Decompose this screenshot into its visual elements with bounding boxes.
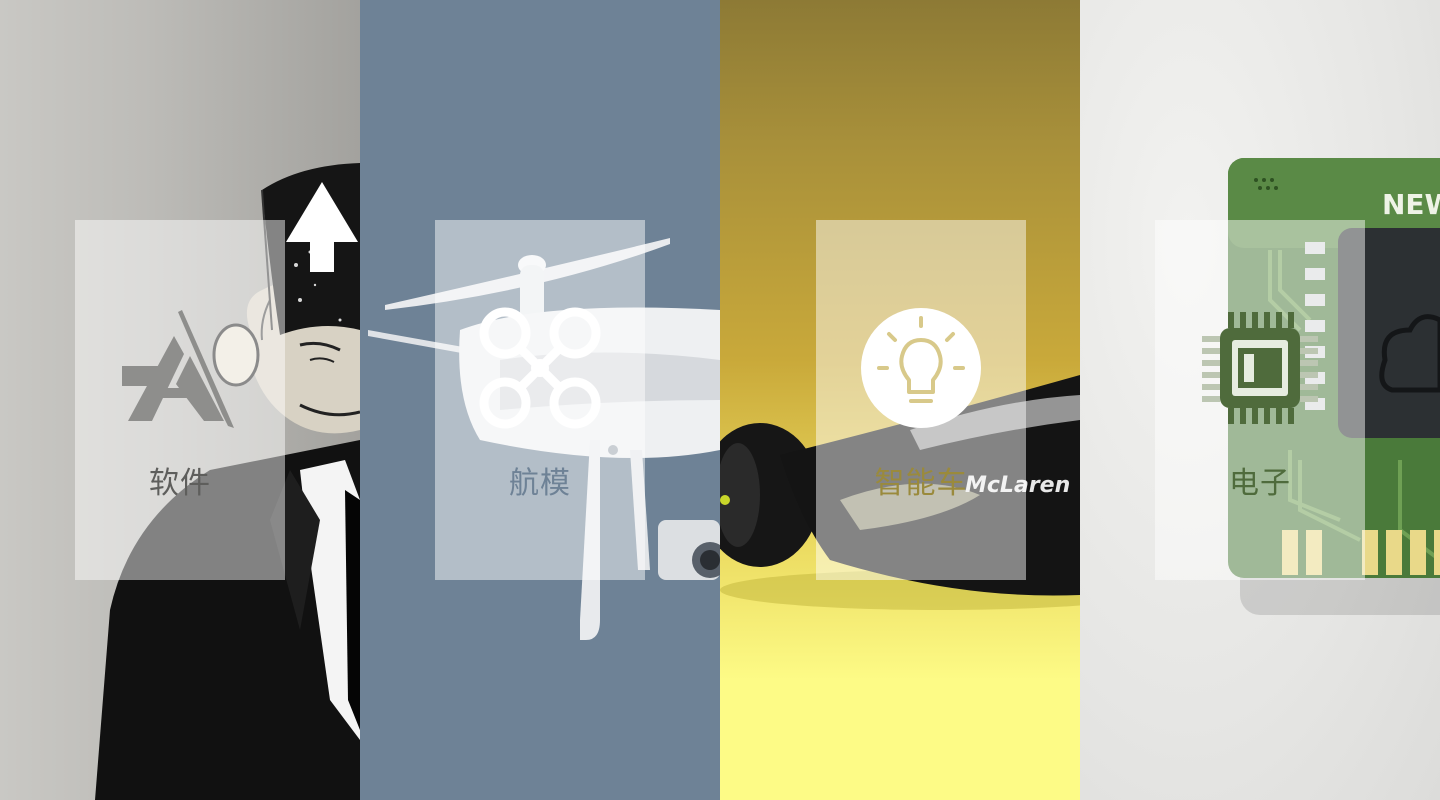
category-panel-software[interactable]: 软件 xyxy=(0,0,360,800)
category-panel-smart-car[interactable]: McLaren 智能车 xyxy=(720,0,1080,800)
category-label-electronics: 电子 xyxy=(1229,466,1291,501)
category-panel-drone[interactable]: 航模 xyxy=(360,0,720,800)
category-panel-electronics[interactable]: NEW xyxy=(1080,0,1440,800)
category-card-drone[interactable]: 航模 xyxy=(435,220,645,580)
category-card-electronics[interactable]: 电子 xyxy=(1155,220,1365,580)
category-label-smart-car: 智能车 xyxy=(874,466,968,501)
chip-new-text: NEW xyxy=(1382,188,1440,221)
chip-icon xyxy=(1198,306,1322,430)
drone-icon xyxy=(478,306,602,430)
lightbulb-icon xyxy=(859,306,983,430)
category-card-software[interactable]: 软件 xyxy=(75,220,285,580)
category-grid: 软件 航模 McLaren 智能车 NE 电子 xyxy=(0,0,1440,800)
category-label-drone: 航模 xyxy=(509,466,571,501)
app-store-icon xyxy=(118,306,242,430)
category-card-smart-car[interactable]: 智能车 xyxy=(816,220,1026,580)
category-label-software: 软件 xyxy=(149,466,211,501)
